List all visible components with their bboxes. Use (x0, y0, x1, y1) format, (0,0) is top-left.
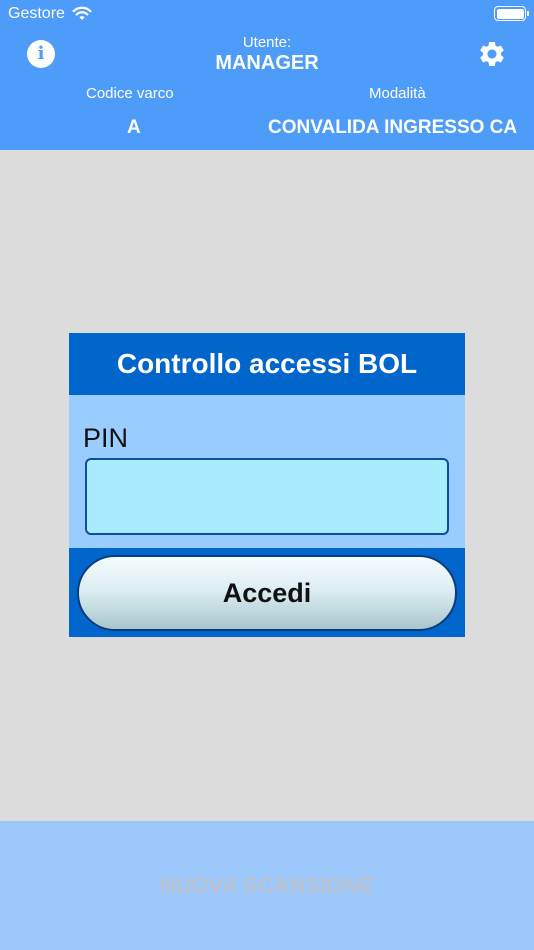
battery-icon (494, 6, 529, 21)
user-label: Utente: (242, 34, 292, 51)
app-header: Gestore i Utente: MANAGER Codice varco M… (0, 0, 534, 150)
status-bar: Gestore (0, 0, 534, 28)
carrier-name: Gestore (8, 5, 65, 22)
dialog-body: PIN (69, 395, 465, 548)
mode-value: CONVALIDA INGRESSO CA (268, 117, 518, 138)
login-dialog: Controllo accessi BOL PIN Accedi (69, 333, 465, 637)
mode-label: Modalità (369, 85, 426, 102)
wifi-icon (72, 6, 92, 20)
gate-code-value: A (127, 117, 141, 138)
login-button[interactable]: Accedi (77, 555, 457, 631)
user-name: MANAGER (215, 52, 319, 74)
pin-input[interactable] (85, 458, 449, 535)
new-scan-button[interactable]: NUOVA SCANSIONE (160, 873, 374, 899)
pin-label: PIN (83, 423, 129, 453)
gate-code-label: Codice varco (86, 85, 174, 102)
footer-bar: NUOVA SCANSIONE (0, 821, 534, 950)
dialog-title: Controllo accessi BOL (116, 348, 418, 379)
